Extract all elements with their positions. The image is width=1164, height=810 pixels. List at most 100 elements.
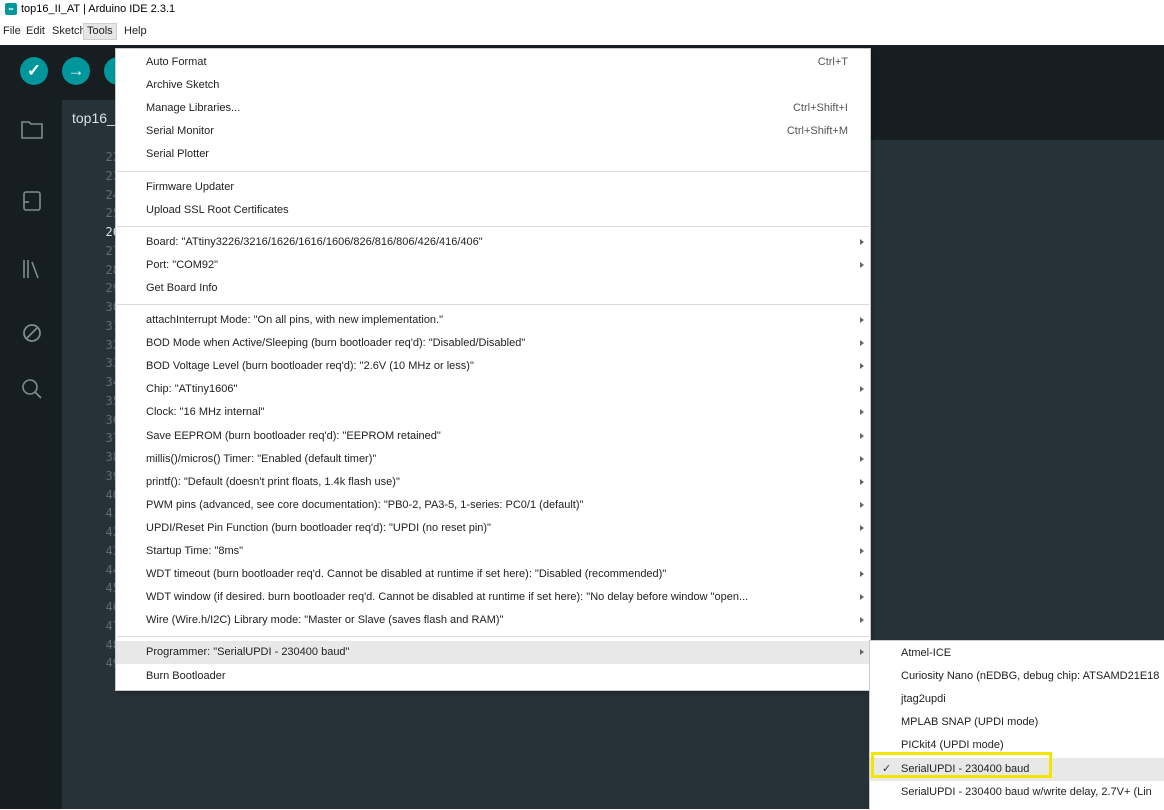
line-number: 33 bbox=[105, 356, 120, 371]
tools-menu-item[interactable]: attachInterrupt Mode: "On all pins, with… bbox=[116, 309, 870, 332]
menu-item-label: WDT timeout (burn bootloader req'd. Cann… bbox=[146, 568, 667, 581]
menu-separator bbox=[117, 225, 869, 227]
tools-menu-item[interactable]: Wire (Wire.h/I2C) Library mode: "Master … bbox=[116, 609, 870, 632]
upload-icon[interactable]: → bbox=[62, 57, 90, 85]
tools-menu-item[interactable]: BOD Voltage Level (burn bootloader req'd… bbox=[116, 355, 870, 378]
tools-menu-item[interactable]: PWM pins (advanced, see core documentati… bbox=[116, 494, 870, 517]
line-number: 41 bbox=[105, 506, 120, 521]
menu-sketch[interactable]: Sketch bbox=[52, 25, 86, 38]
tools-menu-item[interactable]: Board: "ATtiny3226/3216/1626/1616/1606/8… bbox=[116, 231, 870, 254]
menu-item-label: Startup Time: "8ms" bbox=[146, 545, 244, 557]
menu-file[interactable]: File bbox=[3, 25, 21, 38]
programmer-menu-item[interactable]: Atmel-ICE bbox=[870, 642, 1164, 665]
boards-icon[interactable] bbox=[19, 188, 45, 214]
file-tab[interactable]: top16_ bbox=[62, 100, 122, 140]
menu-item-label: BOD Voltage Level (burn bootloader req'd… bbox=[146, 360, 474, 373]
tools-menu-item[interactable]: Get Board Info bbox=[116, 277, 870, 300]
programmer-item-label: jtag2updi bbox=[901, 693, 946, 706]
tools-menu-item[interactable]: Firmware Updater bbox=[116, 176, 870, 199]
tools-menu-item[interactable]: WDT window (if desired. burn bootloader … bbox=[116, 586, 870, 609]
tools-menu-item[interactable]: Archive Sketch bbox=[116, 74, 870, 97]
activity-sidebar bbox=[0, 98, 62, 809]
menu-item-shortcut: Ctrl+Shift+I bbox=[792, 102, 848, 115]
menu-edit[interactable]: Edit bbox=[26, 25, 45, 38]
menu-help[interactable]: Help bbox=[124, 25, 147, 38]
menu-bar: File Edit Sketch Tools Help bbox=[0, 18, 1164, 45]
menu-item-label: Serial Plotter bbox=[146, 148, 209, 161]
submenu-arrow-icon bbox=[860, 409, 864, 416]
tools-menu-item[interactable]: millis()/micros() Timer: "Enabled (defau… bbox=[116, 448, 870, 471]
tools-menu-item[interactable]: Clock: "16 MHz internal" bbox=[116, 401, 870, 424]
line-gutter: 22 23 24 25 26 27 28 29 30 31 32 33 34 35 36 37 38 39 40 41… bbox=[62, 140, 120, 809]
menu-item-label: Clock: "16 MHz internal" bbox=[146, 406, 265, 419]
tools-menu-item[interactable]: Serial Plotter bbox=[116, 143, 870, 166]
programmer-menu-item[interactable]: PICkit4 (UPDI mode) bbox=[870, 734, 1164, 757]
programmer-menu-item[interactable]: ✓ SerialUPDI - 230400 baud bbox=[870, 757, 1164, 781]
debug-side-icon[interactable] bbox=[19, 320, 45, 346]
menu-tools[interactable]: Tools bbox=[83, 23, 117, 40]
menu-item-label: Board: "ATtiny3226/3216/1626/1616/1606/8… bbox=[146, 235, 483, 248]
line-number: 47 bbox=[105, 618, 120, 633]
library-icon[interactable] bbox=[19, 256, 45, 282]
folder-icon[interactable] bbox=[19, 116, 45, 142]
programmer-item-label: SerialUPDI - 230400 baud w/write delay, … bbox=[901, 785, 1152, 798]
menu-separator bbox=[117, 304, 869, 305]
programmer-menu-item[interactable]: SerialUPDI - 230400 baud w/write delay, … bbox=[870, 781, 1164, 804]
submenu-arrow-icon bbox=[860, 501, 864, 508]
line-number: 42 bbox=[105, 525, 120, 539]
search-icon[interactable] bbox=[19, 376, 45, 402]
line-number: 36 bbox=[105, 412, 120, 427]
menu-item-label: Burn Bootloader bbox=[146, 669, 226, 682]
menu-item-label: Save EEPROM (burn bootloader req'd): "EE… bbox=[146, 429, 441, 442]
line-number: 25 bbox=[105, 206, 120, 221]
submenu-arrow-icon bbox=[860, 432, 864, 439]
tools-menu-item[interactable]: Burn Bootloader bbox=[116, 665, 870, 688]
menu-item-label: Archive Sketch bbox=[146, 79, 220, 92]
line-number: 29 bbox=[105, 281, 120, 296]
menu-item-label: millis()/micros() Timer: "Enabled (defau… bbox=[146, 452, 377, 465]
line-number: 30 bbox=[105, 300, 120, 314]
programmer-submenu: Atmel-ICE Curiosity Nano (nEDBG, debug ch… bbox=[869, 640, 1164, 810]
title-bar: ∞ top16_II_AT | Arduino IDE 2.3.1 bbox=[0, 0, 1164, 18]
programmer-menu-item[interactable]: Curiosity Nano (nEDBG, debug chip: ATSAM… bbox=[870, 665, 1164, 688]
window-title: top16_II_AT | Arduino IDE 2.3.1 bbox=[21, 3, 176, 15]
programmer-menu-item[interactable]: jtag2updi bbox=[870, 688, 1164, 711]
line-number: 40 bbox=[105, 487, 120, 502]
tools-menu-item[interactable]: UPDI/Reset Pin Function (burn bootloader… bbox=[116, 517, 870, 540]
tools-menu-item[interactable]: Manage Libraries... Ctrl+Shift+I bbox=[116, 97, 870, 120]
submenu-arrow-icon bbox=[860, 478, 864, 485]
line-number: 28 bbox=[105, 262, 120, 277]
submenu-arrow-icon bbox=[860, 548, 864, 554]
line-number: 27 bbox=[105, 243, 120, 258]
tools-menu-item[interactable]: printf(): "Default (doesn't print floats… bbox=[116, 471, 870, 494]
line-number: 24 bbox=[105, 187, 120, 202]
line-number: 48 bbox=[105, 637, 120, 652]
tools-menu-item[interactable]: Programmer: "SerialUPDI - 230400 baud" bbox=[116, 641, 870, 665]
menu-item-shortcut: Ctrl+Shift+M bbox=[786, 125, 848, 138]
menu-item-label: Chip: "ATtiny1606" bbox=[146, 383, 238, 396]
submenu-arrow-icon bbox=[860, 594, 864, 601]
programmer-item-label: Curiosity Nano (nEDBG, debug chip: ATSAM… bbox=[901, 670, 1160, 683]
menu-item-label: Upload SSL Root Certificates bbox=[146, 203, 289, 216]
submenu-arrow-icon bbox=[860, 386, 864, 393]
tools-menu-item[interactable]: Save EEPROM (burn bootloader req'd): "EE… bbox=[116, 425, 870, 448]
line-number: 43 bbox=[105, 543, 120, 558]
menu-item-label: Firmware Updater bbox=[146, 180, 235, 193]
submenu-arrow-icon bbox=[860, 317, 864, 323]
menu-item-label: Serial Monitor bbox=[146, 125, 214, 138]
submenu-arrow-icon bbox=[860, 261, 864, 268]
verify-icon[interactable]: ✓ bbox=[20, 57, 48, 85]
tools-menu-item[interactable]: Serial Monitor Ctrl+Shift+M bbox=[116, 120, 870, 143]
tools-menu-item[interactable]: Port: "COM92" bbox=[116, 254, 870, 277]
tools-menu-item[interactable]: Auto Format Ctrl+T bbox=[116, 51, 870, 74]
tools-dropdown-menu: Auto Format Ctrl+T Archive Sketch Manage Li… bbox=[115, 48, 871, 691]
tools-menu-item[interactable]: Chip: "ATtiny1606" bbox=[116, 378, 870, 401]
programmer-item-label: PICkit4 (UPDI mode) bbox=[901, 739, 1004, 752]
tools-menu-item[interactable]: WDT timeout (burn bootloader req'd. Cann… bbox=[116, 563, 870, 586]
line-number: 32 bbox=[105, 337, 120, 352]
tools-menu-item[interactable]: Startup Time: "8ms" bbox=[116, 540, 870, 563]
menu-item-label: Port: "COM92" bbox=[146, 258, 218, 271]
tools-menu-item[interactable]: BOD Mode when Active/Sleeping (burn boot… bbox=[116, 332, 870, 355]
programmer-menu-item[interactable]: MPLAB SNAP (UPDI mode) bbox=[870, 711, 1164, 734]
tools-menu-item[interactable]: Upload SSL Root Certificates bbox=[116, 199, 870, 222]
